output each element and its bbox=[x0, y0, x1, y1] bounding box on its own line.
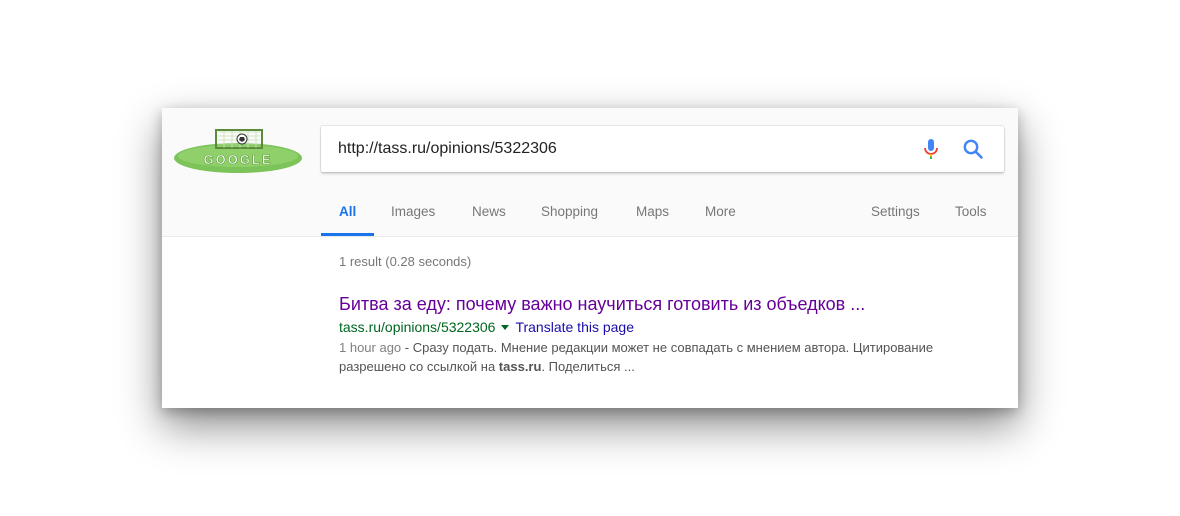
results-stats: 1 result (0.28 seconds) bbox=[339, 254, 472, 269]
microphone-icon[interactable] bbox=[919, 137, 943, 161]
search-box bbox=[321, 126, 1004, 172]
search-icon[interactable] bbox=[961, 137, 985, 161]
google-doodle-logo[interactable]: GOOGLE bbox=[172, 128, 304, 174]
tab-news[interactable]: News bbox=[472, 204, 506, 219]
snippet-text-1: - Сразу подать. Мнение редакции может не… bbox=[339, 340, 934, 374]
result-title-link[interactable]: Битва за еду: почему важно научиться гот… bbox=[339, 292, 999, 316]
result-url-line: tass.ru/opinions/5322306 Translate this p… bbox=[339, 317, 999, 337]
result-snippet: 1 hour ago - Сразу подать. Мнение редакц… bbox=[339, 338, 999, 376]
tab-tools[interactable]: Tools bbox=[955, 204, 987, 219]
snippet-text-2: . Поделиться ... bbox=[541, 359, 635, 374]
search-result: Битва за еду: почему важно научиться гот… bbox=[339, 292, 999, 376]
tab-more[interactable]: More bbox=[705, 204, 736, 219]
browser-window: GOOGLE All Images News Shopping Maps Mor… bbox=[162, 108, 1018, 408]
logo-text: GOOGLE bbox=[203, 152, 272, 167]
url-dropdown-arrow-icon[interactable] bbox=[501, 324, 510, 330]
tab-maps[interactable]: Maps bbox=[636, 204, 669, 219]
search-header: GOOGLE All Images News Shopping Maps Mor… bbox=[162, 108, 1018, 237]
snippet-bold: tass.ru bbox=[498, 359, 542, 374]
result-date: 1 hour ago bbox=[339, 340, 402, 355]
tab-all[interactable]: All bbox=[339, 204, 356, 219]
search-input[interactable] bbox=[338, 138, 898, 160]
tab-settings[interactable]: Settings bbox=[871, 204, 920, 219]
tab-images[interactable]: Images bbox=[391, 204, 435, 219]
active-tab-indicator bbox=[321, 233, 374, 236]
translate-link[interactable]: Translate this page bbox=[515, 319, 634, 335]
result-url: tass.ru/opinions/5322306 bbox=[339, 319, 496, 335]
tab-shopping[interactable]: Shopping bbox=[541, 204, 598, 219]
